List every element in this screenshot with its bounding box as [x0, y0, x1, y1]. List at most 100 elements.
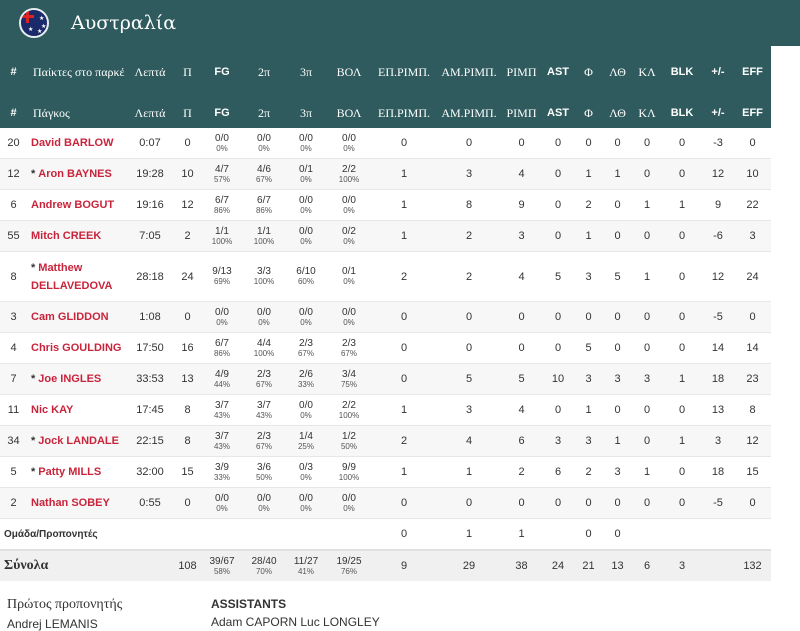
col-ft[interactable]: ΒΟΛ [327, 46, 371, 98]
player-number: 34 [0, 425, 27, 457]
col-stl[interactable]: ΚΛ [632, 98, 662, 128]
player-name[interactable]: Aron BAYNES [38, 168, 112, 180]
col-pf[interactable]: Φ [574, 46, 603, 98]
starter-marker: * [31, 466, 36, 478]
col-eff[interactable]: EFF [734, 46, 771, 98]
player-name-link[interactable]: Nathan SOBEY [27, 487, 126, 519]
player-name[interactable]: Chris GOULDING [31, 342, 121, 354]
col-min[interactable]: Λεπτά [126, 46, 174, 98]
player-p3: 2/6 33% [285, 363, 327, 395]
player-pts: 0 [174, 301, 201, 333]
player-pf: 3 [574, 251, 603, 302]
player-name[interactable]: Patty MILLS [38, 466, 101, 478]
col-3p[interactable]: 3π [285, 46, 327, 98]
col-oreb[interactable]: ΕΠ.ΡΙΜΠ. [371, 46, 437, 98]
col-pm[interactable]: +/- [702, 46, 734, 98]
col-to[interactable]: ΛΘ [603, 98, 632, 128]
player-pf: 3 [574, 425, 603, 457]
player-name[interactable]: Jock LANDALE [38, 435, 119, 447]
player-name[interactable]: Mitch CREEK [31, 230, 101, 242]
totals-ast: 24 [542, 550, 574, 581]
player-p3: 0/0 0% [285, 189, 327, 221]
player-to: 1 [603, 158, 632, 190]
col-eff[interactable]: EFF [734, 98, 771, 128]
player-ast: 3 [542, 425, 574, 457]
col-blk[interactable]: BLK [662, 98, 702, 128]
team-reb: 1 [501, 518, 542, 551]
player-name-link[interactable]: * Jock LANDALE [27, 425, 126, 457]
player-name[interactable]: Joe INGLES [38, 373, 101, 385]
col-to[interactable]: ΛΘ [603, 46, 632, 98]
player-pts: 2 [174, 220, 201, 252]
player-blk: 0 [662, 394, 702, 426]
player-fg: 1/1 100% [201, 220, 243, 252]
player-oreb: 1 [371, 189, 437, 221]
team-header: ★ ★ ★ ★ Αυστραλία [0, 0, 800, 46]
player-ft: 3/4 75% [327, 363, 371, 395]
player-name[interactable]: David BARLOW [31, 137, 114, 149]
col-pts[interactable]: Π [174, 46, 201, 98]
player-eff: 23 [734, 363, 771, 395]
player-name[interactable]: Andrew BOGUT [31, 199, 114, 211]
totals-to: 13 [603, 550, 632, 581]
player-name-link[interactable]: Nic KAY [27, 394, 126, 426]
player-blk: 0 [662, 220, 702, 252]
player-number: 12 [0, 158, 27, 190]
player-row: 2 Nathan SOBEY 0:55 0 0/0 0% 0/0 0% 0/0 0% 0/0 0% 0 0… [0, 487, 800, 519]
player-pts: 16 [174, 332, 201, 364]
player-name[interactable]: Nic KAY [31, 404, 73, 416]
col-dreb[interactable]: ΑΜ.ΡΙΜΠ. [437, 46, 501, 98]
player-number: 6 [0, 189, 27, 221]
col-min[interactable]: Λεπτά [126, 98, 174, 128]
col-ast[interactable]: AST [542, 46, 574, 98]
col-ft[interactable]: ΒΟΛ [327, 98, 371, 128]
player-name-link[interactable]: Mitch CREEK [27, 220, 126, 252]
col-fg[interactable]: FG [201, 98, 243, 128]
player-number: 8 [0, 251, 27, 302]
col-2p[interactable]: 2π [243, 46, 285, 98]
col-reb[interactable]: ΡΙΜΠ [501, 98, 542, 128]
col-pts[interactable]: Π [174, 98, 201, 128]
col-fg[interactable]: FG [201, 46, 243, 98]
col-oreb[interactable]: ΕΠ.ΡΙΜΠ. [371, 98, 437, 128]
player-eff: 0 [734, 128, 771, 159]
player-name[interactable]: Nathan SOBEY [31, 497, 110, 509]
player-row: 8 * Matthew DELLAVEDOVA 28:18 24 9/13 69% 3/3 10… [0, 251, 800, 302]
totals-3p: 11/27 41% [285, 550, 327, 581]
player-oreb: 0 [371, 332, 437, 364]
player-stl: 0 [632, 220, 662, 252]
player-ast: 6 [542, 456, 574, 488]
player-number: 55 [0, 220, 27, 252]
col-3p[interactable]: 3π [285, 98, 327, 128]
player-pm: -5 [702, 487, 734, 519]
player-eff: 12 [734, 425, 771, 457]
player-name-link[interactable]: * Joe INGLES [27, 363, 126, 395]
player-name-link[interactable]: Andrew BOGUT [27, 189, 126, 221]
player-name-link[interactable]: Cam GLIDDON [27, 301, 126, 333]
player-eff: 10 [734, 158, 771, 190]
col-pm[interactable]: +/- [702, 98, 734, 128]
player-name-link[interactable]: * Aron BAYNES [27, 158, 126, 190]
col-blk[interactable]: BLK [662, 46, 702, 98]
player-min: 32:00 [126, 456, 174, 488]
player-name-link[interactable]: * Matthew DELLAVEDOVA [27, 251, 126, 302]
col-2p[interactable]: 2π [243, 98, 285, 128]
player-pf: 1 [574, 394, 603, 426]
col-pf[interactable]: Φ [574, 98, 603, 128]
totals-ft: 19/25 76% [327, 550, 371, 581]
col-reb[interactable]: ΡΙΜΠ [501, 46, 542, 98]
player-name[interactable]: Matthew DELLAVEDOVA [31, 262, 113, 292]
col-stl[interactable]: ΚΛ [632, 46, 662, 98]
player-pm: 3 [702, 425, 734, 457]
player-name[interactable]: Cam GLIDDON [31, 311, 109, 323]
col-ast[interactable]: AST [542, 98, 574, 128]
player-name-link[interactable]: David BARLOW [27, 128, 126, 159]
col-dreb[interactable]: ΑΜ.ΡΙΜΠ. [437, 98, 501, 128]
player-ft: 1/2 50% [327, 425, 371, 457]
player-name-link[interactable]: Chris GOULDING [27, 332, 126, 364]
player-stl: 1 [632, 456, 662, 488]
player-reb: 5 [501, 363, 542, 395]
player-name-link[interactable]: * Patty MILLS [27, 456, 126, 488]
player-ast: 0 [542, 332, 574, 364]
player-p3: 0/0 0% [285, 128, 327, 159]
